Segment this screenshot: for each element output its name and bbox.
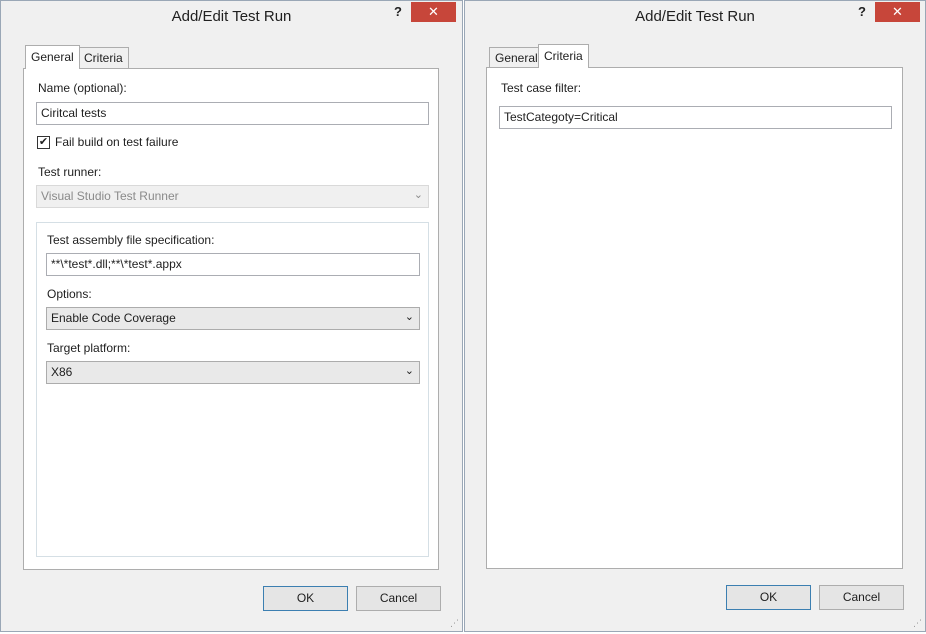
cancel-button[interactable]: Cancel (356, 586, 441, 611)
fail-build-checkbox[interactable]: ✔ (37, 136, 50, 149)
tab-criteria[interactable]: Criteria (78, 47, 129, 69)
platform-value: X86 (51, 365, 73, 379)
resize-grip-icon[interactable]: ⋰ (450, 618, 459, 629)
help-button[interactable]: ? (384, 2, 412, 22)
test-settings-group: Test assembly file specification: **\*te… (36, 222, 429, 557)
close-button[interactable]: ✕ (411, 2, 456, 22)
chevron-down-icon: ⌄ (404, 365, 414, 377)
assembly-input[interactable]: **\*test*.dll;**\*test*.appx (46, 253, 420, 276)
dialog-general: Add/Edit Test Run ? ✕ General Criteria N… (0, 0, 463, 632)
platform-label: Target platform: (47, 341, 131, 355)
tab-panel-general: Name (optional): Ciritcal tests ✔ Fail b… (23, 68, 439, 570)
name-label: Name (optional): (38, 81, 127, 95)
ok-button[interactable]: OK (263, 586, 348, 611)
chevron-down-icon: ⌄ (413, 189, 423, 201)
options-label: Options: (47, 287, 92, 301)
name-input[interactable]: Ciritcal tests (36, 102, 429, 125)
close-button[interactable]: ✕ (875, 2, 920, 22)
tab-panel-criteria: Test case filter: TestCategoty=Critical (486, 67, 903, 569)
test-runner-select: Visual Studio Test Runner ⌄ (36, 185, 429, 208)
tab-general[interactable]: General (25, 45, 80, 69)
help-button[interactable]: ? (848, 2, 876, 22)
platform-select[interactable]: X86 ⌄ (46, 361, 420, 384)
chevron-down-icon: ⌄ (404, 311, 414, 323)
filter-input[interactable]: TestCategoty=Critical (499, 106, 892, 129)
tab-criteria[interactable]: Criteria (538, 44, 589, 68)
filter-label: Test case filter: (501, 81, 582, 95)
resize-grip-icon[interactable]: ⋰ (913, 618, 922, 629)
ok-button[interactable]: OK (726, 585, 811, 610)
tab-general[interactable]: General (489, 47, 544, 69)
title-bar[interactable]: Add/Edit Test Run ? ✕ (465, 1, 925, 33)
dialog-criteria: Add/Edit Test Run ? ✕ General Criteria T… (464, 0, 926, 632)
test-runner-value: Visual Studio Test Runner (41, 189, 179, 203)
test-runner-label: Test runner: (38, 165, 102, 179)
fail-build-label[interactable]: Fail build on test failure (55, 135, 178, 149)
options-select[interactable]: Enable Code Coverage ⌄ (46, 307, 420, 330)
title-bar[interactable]: Add/Edit Test Run ? ✕ (1, 1, 462, 33)
cancel-button[interactable]: Cancel (819, 585, 904, 610)
assembly-label: Test assembly file specification: (47, 233, 215, 247)
options-value: Enable Code Coverage (51, 311, 176, 325)
